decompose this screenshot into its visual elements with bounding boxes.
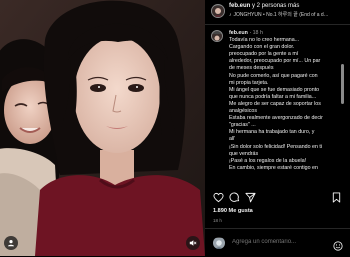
caption-line: de meses después bbox=[229, 65, 274, 72]
caption-line: que nunca podría faltar a mi familia... bbox=[229, 93, 317, 100]
post-photo[interactable] bbox=[0, 0, 205, 256]
caption-username[interactable]: feb.eun bbox=[229, 30, 248, 36]
caption-line: En cambio, siempre estaré contigo en bbox=[229, 164, 318, 171]
caption-line: all' bbox=[229, 136, 236, 143]
music-note-icon: ♪ bbox=[229, 11, 232, 18]
post-actions bbox=[205, 191, 350, 205]
post-header: feb.eun y 2 personas más ♪ JONGHYUN • No… bbox=[205, 0, 350, 25]
send-icon[interactable] bbox=[245, 192, 256, 203]
song-attribution[interactable]: ♪ JONGHYUN • No.1 하루의 끝 (End of a d… bbox=[229, 11, 347, 19]
likes-count[interactable]: 1.890 Me gusta bbox=[213, 208, 253, 214]
user-tag-icon[interactable] bbox=[4, 236, 18, 250]
profile-avatar-icon[interactable] bbox=[211, 4, 225, 18]
instagram-post-viewer: feb.eun y 2 personas más ♪ JONGHYUN • No… bbox=[0, 0, 350, 256]
caption-line: mi propia tarjeta. bbox=[229, 79, 269, 86]
emoji-icon[interactable] bbox=[333, 238, 343, 251]
caption-line: Estaba realmente avergonzado de decir bbox=[229, 115, 323, 122]
caption-time: 18 h bbox=[252, 30, 263, 36]
comment-input[interactable] bbox=[232, 239, 322, 245]
post-side-panel: feb.eun y 2 personas más ♪ JONGHYUN • No… bbox=[205, 0, 350, 256]
caption-line: preocupado por la gente a mí bbox=[229, 51, 299, 58]
photo-artwork bbox=[0, 0, 205, 256]
comment-icon[interactable] bbox=[229, 192, 240, 203]
header-username[interactable]: feb.eun bbox=[229, 3, 250, 9]
caption-line: "gracias" ... bbox=[229, 122, 256, 129]
caption-line: Mi hermana ha trabajado tan duro, y bbox=[229, 129, 315, 136]
comment-bar bbox=[205, 228, 350, 257]
caption-avatar-icon[interactable] bbox=[211, 30, 223, 42]
caption-text: feb.eun · 18 h Todavía no lo creo herman… bbox=[229, 30, 341, 172]
caption-line: Mi ángel que se fue demasiado pronto bbox=[229, 86, 320, 93]
viewer-avatar-icon bbox=[213, 237, 225, 249]
caption-line: que vendrás bbox=[229, 150, 259, 157]
caption-area: feb.eun · 18 h Todavía no lo creo herman… bbox=[205, 28, 346, 188]
header-others[interactable]: y 2 personas más bbox=[252, 3, 299, 9]
caption-line: Todavía no lo creo hermana... bbox=[229, 37, 300, 44]
header-authors[interactable]: feb.eun y 2 personas más bbox=[229, 3, 347, 9]
caption-line: ¡Pasé a los regalos de la abuela! bbox=[229, 157, 307, 164]
post-date[interactable]: 18 h bbox=[213, 218, 222, 223]
caption-line: alrededor, preocupado por mí... Un par bbox=[229, 58, 321, 65]
muted-speaker-icon[interactable] bbox=[186, 236, 200, 250]
caption-line: Me alegro de ser capaz de soportar los bbox=[229, 100, 321, 107]
caption-line: ¡Sin dolor solo felicidad! Pensando en t… bbox=[229, 143, 323, 150]
caption-line: Cargando con el gran dolor. bbox=[229, 44, 295, 51]
heart-icon[interactable] bbox=[213, 192, 224, 203]
caption-scrollbar[interactable] bbox=[341, 64, 344, 104]
song-title: JONGHYUN • No.1 하루의 끝 (End of a d… bbox=[233, 12, 329, 18]
bookmark-icon[interactable] bbox=[331, 192, 342, 203]
caption-line: No pude comerlo, así que pagaré con bbox=[229, 72, 318, 79]
caption-line: analgésicos bbox=[229, 108, 257, 115]
